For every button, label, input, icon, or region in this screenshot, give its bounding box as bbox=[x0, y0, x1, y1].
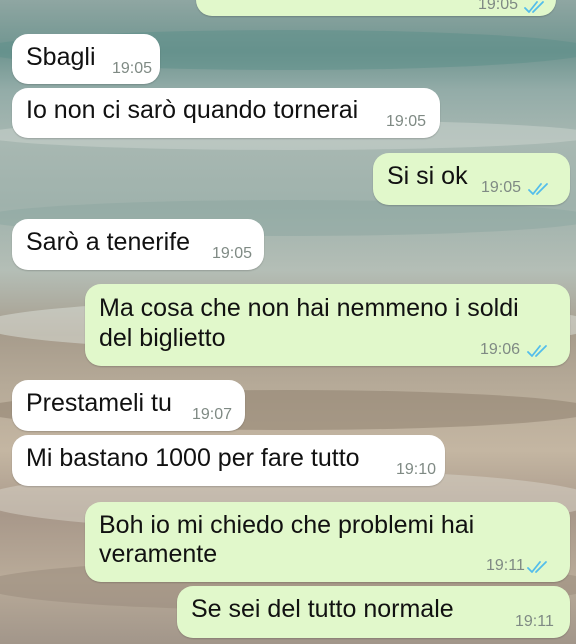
outgoing-message[interactable]: Se sei del tutto normale 19:11 bbox=[177, 586, 570, 638]
message-text-line: Boh io mi chiedo che problemi hai bbox=[99, 511, 475, 539]
message-time: 19:10 bbox=[396, 461, 437, 478]
message-time: 19:05 bbox=[386, 113, 427, 130]
message-text: Sarò a tenerife bbox=[26, 228, 190, 256]
incoming-message[interactable]: Sbagli 19:05 bbox=[12, 34, 160, 84]
outgoing-message[interactable]: 19:05 bbox=[196, 0, 556, 16]
message-time: 19:06 bbox=[480, 341, 521, 358]
message-text-line: del biglietto bbox=[99, 324, 226, 352]
outgoing-message[interactable]: Si si ok 19:05 bbox=[373, 153, 570, 205]
message-text: Prestameli tu bbox=[26, 389, 172, 417]
double-check-icon bbox=[527, 345, 547, 357]
message-text-line: veramente bbox=[99, 540, 218, 568]
message-time: 19:05 bbox=[481, 179, 522, 196]
message-text-line: Ma cosa che non hai nemmeno i soldi bbox=[99, 294, 519, 322]
message-text: Sbagli bbox=[26, 43, 96, 71]
incoming-message[interactable]: Mi bastano 1000 per fare tutto 19:10 bbox=[12, 435, 445, 486]
double-check-icon bbox=[528, 183, 548, 195]
message-time: 19:05 bbox=[212, 245, 253, 262]
message-text: Io non ci sarò quando tornerai bbox=[26, 96, 359, 124]
double-check-icon bbox=[527, 561, 547, 573]
message-text: Mi bastano 1000 per fare tutto bbox=[26, 444, 360, 472]
message-text: Si si ok bbox=[387, 162, 468, 190]
message-time: 19:05 bbox=[478, 0, 519, 13]
outgoing-message[interactable]: Ma cosa che non hai nemmeno i soldi del … bbox=[85, 284, 570, 366]
incoming-message[interactable]: Prestameli tu 19:07 bbox=[12, 380, 245, 431]
message-time: 19:11 bbox=[486, 557, 525, 574]
outgoing-message[interactable]: Boh io mi chiedo che problemi hai verame… bbox=[85, 502, 570, 582]
incoming-message[interactable]: Io non ci sarò quando tornerai 19:05 bbox=[12, 88, 440, 138]
double-check-icon bbox=[524, 1, 544, 13]
message-text: Se sei del tutto normale bbox=[191, 595, 454, 623]
incoming-message[interactable]: Sarò a tenerife 19:05 bbox=[12, 219, 264, 270]
message-time: 19:07 bbox=[192, 406, 233, 423]
message-time: 19:05 bbox=[112, 60, 153, 77]
message-time: 19:11 bbox=[515, 613, 554, 630]
